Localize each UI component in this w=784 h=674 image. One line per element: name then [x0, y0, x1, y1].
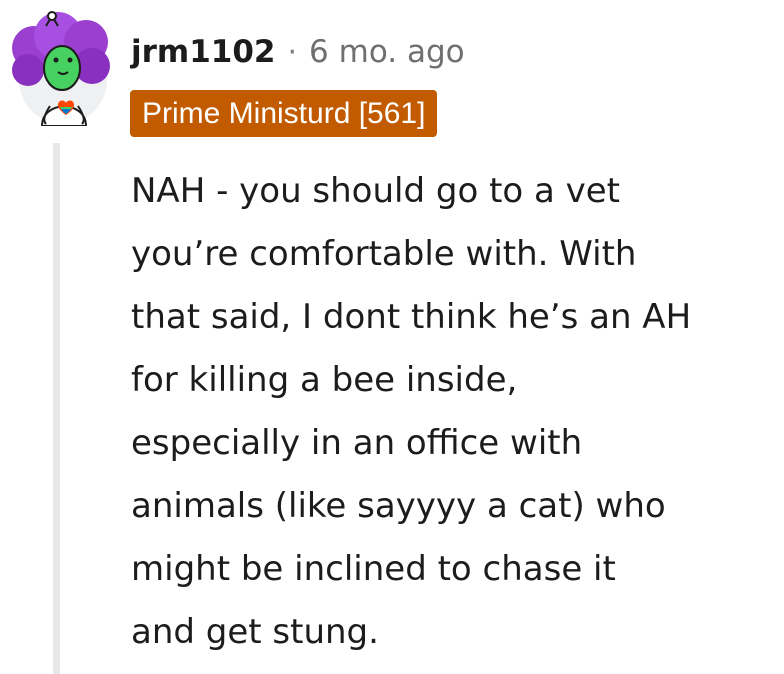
comment-timestamp[interactable]: 6 mo. ago [309, 34, 465, 70]
comment-line: that said, I dont think he’s an AH [131, 297, 692, 337]
username-link[interactable]: jrm1102 [131, 34, 276, 70]
comment-meta: jrm1102 · 6 mo. ago [131, 28, 465, 76]
user-flair: Prime Ministurd [561] [130, 90, 438, 137]
user-avatar[interactable] [6, 10, 114, 127]
comment-line: animals (like sayyyy a cat) who [131, 486, 666, 526]
snoo-avatar-icon [12, 11, 110, 127]
comment-line: might be inclined to chase it [131, 549, 616, 589]
comment-line: NAH - you should go to a vet [131, 171, 621, 211]
meta-separator: · [287, 34, 298, 70]
comment-line: especially in an office with [131, 423, 583, 463]
comment-line: for killing a bee inside, [131, 360, 518, 400]
thread-collapse-line[interactable] [53, 143, 60, 674]
comment-line: and get stung. [131, 612, 379, 652]
comment-line: you’re comfortable with. With [131, 234, 637, 274]
comment-body: NAH - you should go to a vet you’re comf… [131, 160, 781, 664]
